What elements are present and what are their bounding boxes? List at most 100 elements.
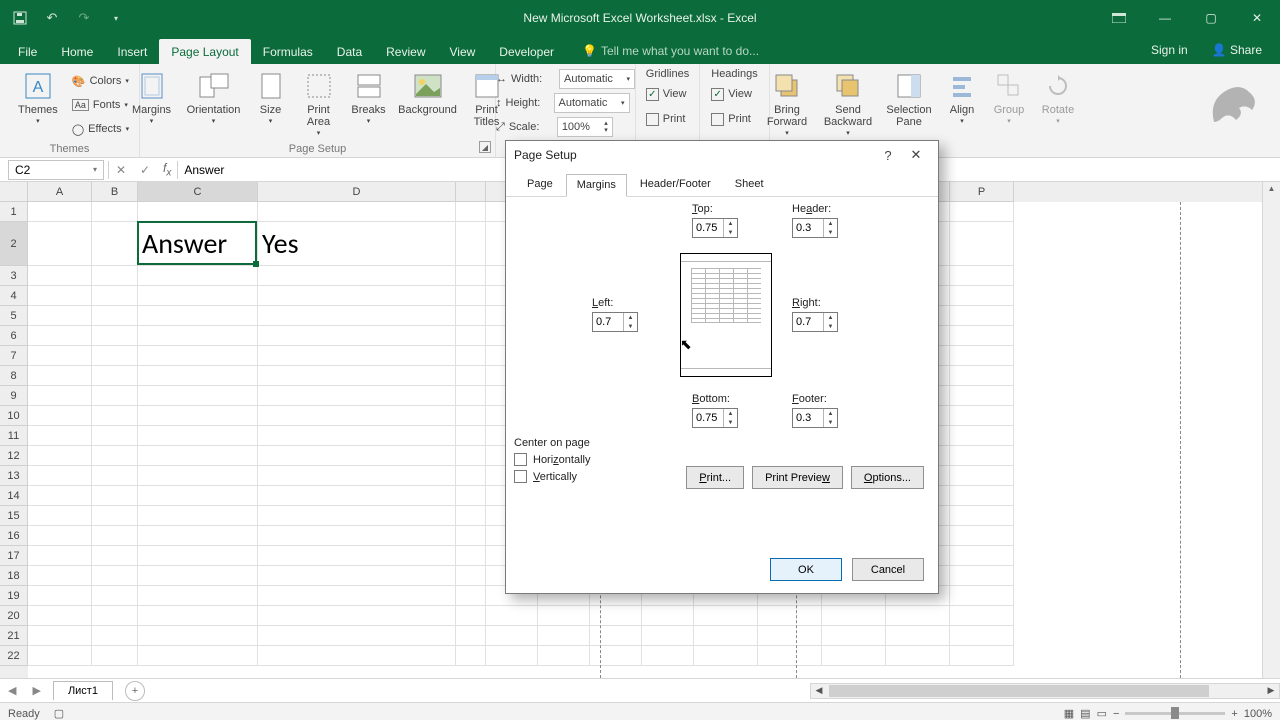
cell[interactable] [456,626,486,646]
cell[interactable] [590,626,642,646]
cell[interactable] [28,446,92,466]
height-combo[interactable]: Automatic▾ [554,93,630,113]
cell[interactable] [456,202,486,222]
colors-button[interactable]: 🎨Colors ▾ [72,70,129,92]
row-header[interactable]: 11 [0,426,28,446]
row-header[interactable]: 5 [0,306,28,326]
zoom-in-button[interactable]: + [1231,708,1237,720]
save-icon[interactable] [8,6,32,30]
tab-insert[interactable]: Insert [105,39,159,64]
column-header[interactable]: C [138,182,258,202]
cell[interactable] [694,606,758,626]
row-header[interactable]: 15 [0,506,28,526]
cell[interactable] [886,606,950,626]
cell[interactable] [950,286,1014,306]
cell[interactable] [138,506,258,526]
cell[interactable] [138,406,258,426]
cell[interactable] [538,646,590,666]
tab-view[interactable]: View [438,39,488,64]
cell[interactable] [950,386,1014,406]
cell[interactable] [456,286,486,306]
cell[interactable] [456,546,486,566]
view-normal-icon[interactable]: ▦ [1064,707,1074,720]
cell[interactable] [950,646,1014,666]
cell[interactable] [92,546,138,566]
zoom-slider[interactable] [1125,712,1225,715]
dialog-help-button[interactable]: ? [874,141,902,169]
cell[interactable] [28,366,92,386]
cell[interactable] [258,586,456,606]
cell[interactable] [138,546,258,566]
cell[interactable] [92,486,138,506]
cell[interactable] [950,566,1014,586]
cell[interactable] [258,506,456,526]
cell[interactable] [950,546,1014,566]
cell[interactable] [258,202,456,222]
name-box[interactable]: C2▾ [8,160,104,180]
tab-data[interactable]: Data [325,39,374,64]
cell[interactable] [28,606,92,626]
cell[interactable] [456,266,486,286]
cell[interactable] [950,222,1014,266]
cell[interactable] [258,486,456,506]
cell[interactable] [456,446,486,466]
sheet-nav-next[interactable]: ▶ [24,684,48,697]
row-header[interactable]: 14 [0,486,28,506]
row-header[interactable]: 17 [0,546,28,566]
cell[interactable] [28,306,92,326]
row-header[interactable]: 22 [0,646,28,666]
cell[interactable] [138,346,258,366]
cell[interactable] [92,366,138,386]
cell[interactable] [486,606,538,626]
cell[interactable] [258,426,456,446]
cell[interactable] [822,646,886,666]
bottom-spinner[interactable]: ▲▼ [692,408,738,428]
horizontal-scrollbar[interactable]: ◀▶ [810,683,1280,699]
cell[interactable] [950,626,1014,646]
cell[interactable] [950,202,1014,222]
cell[interactable] [950,446,1014,466]
selection-pane-button[interactable]: Selection Pane [882,68,936,128]
cell[interactable] [28,326,92,346]
cell[interactable] [92,646,138,666]
cell[interactable] [456,346,486,366]
cell[interactable] [456,306,486,326]
cell[interactable] [258,526,456,546]
cell[interactable] [590,606,642,626]
cancel-formula-icon[interactable]: ✕ [109,163,133,177]
cell[interactable] [950,426,1014,446]
cell[interactable] [28,266,92,286]
scale-spinner[interactable]: 100%▴▾ [557,117,613,137]
row-header[interactable]: 16 [0,526,28,546]
cell[interactable] [258,606,456,626]
cell[interactable] [28,506,92,526]
zoom-out-button[interactable]: − [1113,708,1119,720]
cell[interactable] [92,286,138,306]
tab-home[interactable]: Home [49,39,105,64]
print-area-button[interactable]: Print Area▾ [297,68,341,138]
cell[interactable] [456,426,486,446]
cell[interactable] [456,486,486,506]
cell[interactable] [456,606,486,626]
cell[interactable] [950,406,1014,426]
fonts-button[interactable]: AaFonts ▾ [72,94,129,116]
cell[interactable] [258,446,456,466]
left-spinner[interactable]: ▲▼ [592,312,638,332]
row-header[interactable]: 10 [0,406,28,426]
cell[interactable] [28,646,92,666]
background-button[interactable]: Background [397,68,459,116]
cell[interactable] [92,526,138,546]
footer-spinner[interactable]: ▲▼ [792,408,838,428]
cell[interactable] [258,566,456,586]
column-header[interactable]: P [950,182,1014,202]
cell[interactable] [138,646,258,666]
cell[interactable] [456,586,486,606]
column-header[interactable] [456,182,486,202]
cell[interactable] [486,626,538,646]
cell[interactable] [138,446,258,466]
dialog-print-preview-button[interactable]: Print Preview [752,466,843,489]
cell[interactable] [28,626,92,646]
cell[interactable] [258,626,456,646]
cell[interactable] [92,426,138,446]
cell[interactable] [950,606,1014,626]
